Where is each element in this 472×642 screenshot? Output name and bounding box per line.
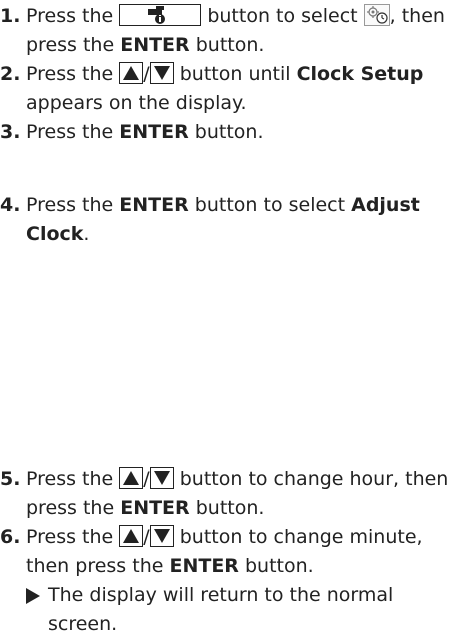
up-arrow-button-icon bbox=[119, 62, 144, 84]
settings-button-icon bbox=[119, 4, 202, 26]
step-number: 3. bbox=[0, 121, 21, 143]
manual-page: 1. Press the button to select , then pre… bbox=[0, 0, 472, 642]
up-arrow-button-icon bbox=[119, 525, 144, 547]
step-number: 5. bbox=[0, 468, 21, 490]
step-2: 2. Press the / button until Clock Setup … bbox=[0, 60, 468, 118]
step-text: Press the button to select , then press … bbox=[26, 4, 445, 56]
step-3: 3. Press the ENTER button. bbox=[0, 118, 468, 147]
step-text: Press the ENTER button to select Adjust … bbox=[26, 194, 420, 245]
result-note: The display will return to the normal sc… bbox=[26, 581, 468, 639]
gear-clock-icon bbox=[363, 4, 390, 26]
down-arrow-button-icon bbox=[149, 467, 174, 489]
step-text: Press the / button to change hour, then … bbox=[26, 467, 449, 519]
up-arrow-button-icon bbox=[119, 467, 144, 489]
step-number: 1. bbox=[0, 5, 21, 27]
step-text: Press the / button until Clock Setup app… bbox=[26, 62, 424, 114]
down-arrow-button-icon bbox=[149, 525, 174, 547]
step-number: 4. bbox=[0, 194, 21, 216]
down-arrow-button-icon bbox=[149, 62, 174, 84]
step-1: 1. Press the button to select , then pre… bbox=[0, 2, 468, 60]
step-number: 6. bbox=[0, 526, 21, 548]
note-text: The display will return to the normal sc… bbox=[48, 584, 394, 635]
step-5: 5. Press the / button to change hour, th… bbox=[0, 465, 468, 523]
right-triangle-bullet-icon bbox=[26, 588, 40, 604]
step-text: Press the / button to change minute, the… bbox=[26, 525, 423, 577]
step-4: 4. Press the ENTER button to select Adju… bbox=[0, 191, 468, 249]
step-text: Press the ENTER button. bbox=[26, 121, 264, 143]
step-number: 2. bbox=[0, 63, 21, 85]
step-6: 6. Press the / button to change minute, … bbox=[0, 523, 468, 639]
